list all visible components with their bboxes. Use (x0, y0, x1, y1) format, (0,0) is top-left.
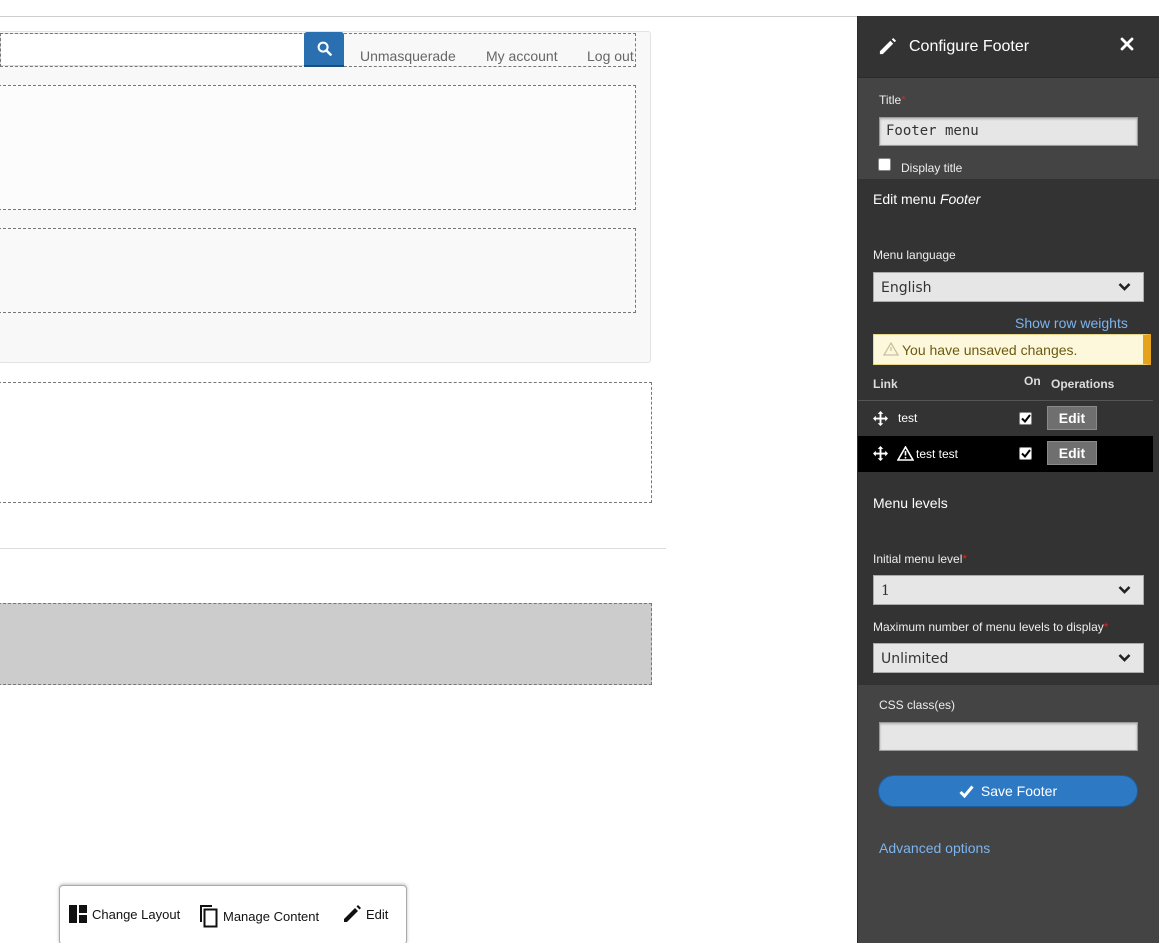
close-icon[interactable] (1120, 37, 1134, 51)
manage-content-button[interactable]: Manage Content (197, 904, 319, 928)
pencil-icon (879, 37, 897, 55)
unsaved-changes-text: You have unsaved changes. (902, 342, 1078, 358)
ipe-toolbar: Change Layout Manage Content Edit (59, 885, 407, 943)
divider (0, 548, 666, 549)
edit-label: Edit (366, 906, 389, 922)
layout-icon (69, 905, 87, 923)
log-out-link[interactable]: Log out (587, 48, 634, 64)
copy-icon (200, 905, 218, 928)
region-block-placeholder (0, 382, 652, 503)
chevron-down-icon (1118, 586, 1131, 594)
operations-column-header: Operations (1051, 377, 1115, 391)
max-levels-select[interactable]: Unlimited (873, 643, 1144, 673)
search-button[interactable] (304, 32, 344, 67)
edit-button[interactable]: Edit (342, 904, 388, 924)
menu-language-value: English (881, 280, 932, 296)
initial-level-label: Initial menu level* (873, 552, 968, 566)
table-row: test test Edit (858, 436, 1153, 472)
chevron-down-icon (1118, 283, 1131, 291)
checkmark-icon (1020, 449, 1031, 458)
edit-link-button[interactable]: Edit (1047, 406, 1097, 430)
unsaved-changes-warning: You have unsaved changes. (873, 334, 1151, 365)
unmasquerade-link[interactable]: Unmasquerade (360, 48, 456, 64)
title-input[interactable]: Footer menu (879, 117, 1138, 146)
menu-link-title: test (898, 411, 918, 425)
save-footer-button[interactable]: Save Footer (878, 775, 1138, 807)
link-column-header: Link (873, 377, 898, 391)
display-title-checkbox[interactable] (878, 158, 891, 171)
my-account-link[interactable]: My account (486, 48, 558, 64)
warning-icon (897, 446, 914, 461)
manage-content-label: Manage Content (223, 908, 320, 924)
footer-block-selected[interactable] (0, 603, 652, 685)
initial-level-select[interactable]: 1 (873, 575, 1144, 605)
panel-header: Configure Footer (858, 16, 1159, 78)
title-label: Title* (879, 93, 906, 107)
edit-link-button[interactable]: Edit (1047, 441, 1097, 465)
show-row-weights-link[interactable]: Show row weights (1015, 315, 1128, 331)
save-footer-label: Save Footer (980, 783, 1058, 799)
configure-panel: Configure Footer Title* Footer menu Disp… (857, 16, 1159, 943)
display-title-label: Display title (901, 161, 963, 175)
max-levels-value: Unlimited (881, 651, 949, 667)
enabled-checkbox[interactable] (1019, 447, 1032, 460)
menu-link-title: test test (916, 447, 959, 461)
change-layout-button[interactable]: Change Layout (68, 904, 180, 924)
css-classes-input[interactable] (879, 722, 1138, 751)
drag-handle-icon[interactable] (873, 411, 888, 426)
checkmark-icon (959, 785, 974, 798)
search-icon (317, 41, 332, 56)
drag-handle-icon[interactable] (873, 446, 888, 461)
table-row: test Edit (858, 400, 1153, 436)
menu-language-select[interactable]: English (873, 272, 1144, 302)
initial-level-value: 1 (881, 583, 890, 599)
change-layout-label: Change Layout (92, 906, 181, 922)
page-top-border (0, 0, 857, 17)
region-block-placeholder (0, 228, 636, 313)
panel-title: Configure Footer (909, 38, 1030, 55)
max-levels-label: Maximum number of menu levels to display… (873, 620, 1109, 634)
enabled-checkbox[interactable] (1019, 412, 1032, 425)
css-classes-label: CSS class(es) (879, 698, 956, 712)
pencil-icon (344, 905, 361, 922)
menu-levels-heading: Menu levels (873, 495, 948, 511)
warning-icon (883, 342, 899, 356)
chevron-down-icon (1118, 654, 1131, 662)
on-column-header: On (1024, 374, 1041, 388)
region-block-placeholder (0, 85, 636, 210)
advanced-options-link[interactable]: Advanced options (879, 840, 990, 856)
menu-language-label: Menu language (873, 248, 956, 262)
checkmark-icon (1020, 414, 1031, 423)
edit-menu-heading: Edit menu Footer (873, 191, 981, 207)
